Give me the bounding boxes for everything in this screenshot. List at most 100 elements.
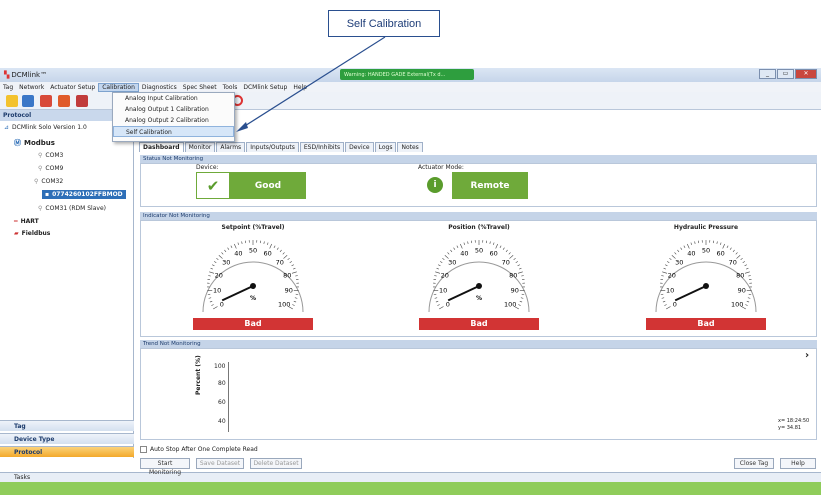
gauge-tick-label: 60 (264, 250, 272, 258)
nav-device-type[interactable]: Device Type (0, 433, 134, 444)
tab-notes[interactable]: Notes (397, 142, 423, 152)
status-strip (0, 482, 821, 495)
close-tag-button[interactable]: Close Tag (734, 458, 774, 469)
tree-com3[interactable]: ⚲ COM3 (38, 152, 63, 159)
tool-icon[interactable] (40, 95, 52, 107)
tree-modbus[interactable]: Ⓜ Modbus (14, 138, 55, 148)
fieldbus-icon: ▰ (14, 230, 19, 237)
close-window-button[interactable]: ✕ (795, 69, 817, 79)
tree-com32[interactable]: ⚲ COM32 (34, 178, 63, 185)
menu-network[interactable]: Network (16, 84, 47, 91)
document-icon[interactable] (22, 95, 34, 107)
auto-stop-checkbox[interactable] (140, 446, 147, 453)
help-button[interactable]: Help (780, 458, 816, 469)
trend-ytick-80: 80 (218, 380, 226, 387)
status-header: Status Not Monitoring (140, 155, 817, 163)
gauge-tick-label: 100 (731, 301, 743, 309)
connect-icon[interactable] (6, 95, 18, 107)
trend-ytick-100: 100 (214, 363, 226, 370)
gauge-tick-label: 80 (283, 271, 291, 279)
gauge-tick-label: 50 (475, 247, 483, 255)
port-icon: ⚲ (34, 178, 39, 185)
tab-strip: Dashboard Monitor Alarms Inputs/Outputs … (139, 142, 424, 152)
stop-icon[interactable] (76, 95, 88, 107)
tree-fieldbus[interactable]: ▰ Fieldbus (14, 230, 50, 237)
menu-item-analog-output-2-calibration[interactable]: Analog Output 2 Calibration (113, 115, 234, 126)
gauge-tick-label: 0 (446, 301, 450, 309)
gauge-tick-label: 100 (504, 301, 516, 309)
gauge-status: Bad (193, 318, 313, 330)
gauge-tick-label: 40 (687, 250, 695, 258)
device-icon: ▪ (45, 191, 50, 198)
tree-device-selected[interactable]: ▪ 0774260102FFBMOD (42, 190, 126, 199)
menu-help[interactable]: Help (290, 84, 310, 91)
delete-dataset-button[interactable]: Delete Dataset (250, 458, 302, 469)
info-icon: i (418, 172, 452, 199)
tab-alarms[interactable]: Alarms (216, 142, 246, 152)
menu-calibration[interactable]: Calibration (98, 82, 139, 92)
menu-spec-sheet[interactable]: Spec Sheet (180, 84, 220, 91)
menu-tools[interactable]: Tools (220, 84, 241, 91)
gauge-tick-label: 90 (285, 286, 293, 294)
gauge-unit: % (476, 295, 482, 302)
tree-com3-label: COM3 (45, 152, 64, 159)
tab-logs[interactable]: Logs (374, 142, 397, 152)
chevron-right-icon[interactable]: › (805, 350, 809, 361)
port-icon: ⚲ (38, 205, 43, 212)
minimize-button[interactable]: _ (759, 69, 776, 79)
gauge-tick-label: 50 (702, 247, 710, 255)
gauge-status: Bad (419, 318, 539, 330)
gauge-tick-label: 70 (729, 258, 737, 266)
tree-root-label: DCMlink Solo Version 1.0 (12, 124, 87, 131)
pen-icon[interactable] (58, 95, 70, 107)
menu-item-analog-input-calibration[interactable]: Analog Input Calibration (113, 93, 234, 104)
gauge-tick-label: 80 (736, 271, 744, 279)
tree-hart[interactable]: ═ HART (14, 218, 39, 225)
port-icon: ⚲ (38, 165, 43, 172)
gauge-tick-label: 30 (222, 258, 230, 266)
tab-dashboard[interactable]: Dashboard (139, 142, 184, 152)
gauge-tick-label: 50 (249, 247, 257, 255)
indicator-header: Indicator Not Monitoring (140, 212, 817, 220)
nav-tag[interactable]: Tag (0, 420, 134, 431)
gauge-tick-label: 20 (215, 271, 223, 279)
tab-esd-inhibits[interactable]: ESD/Inhibits (299, 142, 345, 152)
tab-inputs-outputs[interactable]: Inputs/Outputs (246, 142, 299, 152)
gauge-tick-label: 60 (490, 250, 498, 258)
nav-protocol[interactable]: Protocol (0, 446, 134, 457)
trend-ytick-60: 60 (218, 399, 226, 406)
gauge-tick-label: 30 (448, 258, 456, 266)
gauge-tick-label: 90 (738, 286, 746, 294)
gauge-tick-label: 100 (278, 301, 290, 309)
menu-item-analog-output-1-calibration[interactable]: Analog Output 1 Calibration (113, 104, 234, 115)
menu-bar: Tag Network Actuator Setup Calibration D… (0, 82, 821, 92)
auto-stop-label: Auto Stop After One Complete Read (150, 446, 258, 453)
window-controls: _ ▭ ✕ (759, 69, 817, 79)
gauge-tick-label: 90 (511, 286, 519, 294)
menu-item-self-calibration[interactable]: Self Calibration (113, 126, 234, 137)
tree-com9[interactable]: ⚲ COM9 (38, 165, 63, 172)
menu-diagnostics[interactable]: Diagnostics (139, 84, 180, 91)
menu-actuator-setup[interactable]: Actuator Setup (47, 84, 98, 91)
start-monitoring-button[interactable]: Start Monitoring (140, 458, 190, 476)
gauge-hub (250, 283, 256, 289)
tree-com31[interactable]: ⚲ COM31 (RDM Slave) (38, 205, 106, 212)
gauge-tick-label: 70 (276, 258, 284, 266)
modbus-icon: Ⓜ (14, 139, 21, 147)
maximize-button[interactable]: ▭ (777, 69, 794, 79)
menu-dcmlink-setup[interactable]: DCMlink Setup (240, 84, 290, 91)
tree-root[interactable]: ⊿ DCMlink Solo Version 1.0 (4, 124, 87, 131)
tasks-bar[interactable]: Tasks (0, 472, 821, 482)
save-dataset-button[interactable]: Save Dataset (196, 458, 244, 469)
tree-hart-label: HART (20, 218, 39, 225)
checkmark-icon: ✔ (196, 172, 230, 199)
tab-device[interactable]: Device (345, 142, 374, 152)
network-icon: ⊿ (4, 124, 10, 131)
gauge-unit: % (250, 295, 256, 302)
device-status-value: Good (254, 180, 282, 191)
trend-readout-x: x= 18:24:50 (778, 418, 810, 424)
tree-modbus-label: Modbus (24, 139, 55, 147)
tab-monitor[interactable]: Monitor (184, 142, 216, 152)
menu-tag[interactable]: Tag (0, 84, 16, 91)
warning-banner: Warning: HANDED GADE External(Tx d... (340, 69, 474, 80)
